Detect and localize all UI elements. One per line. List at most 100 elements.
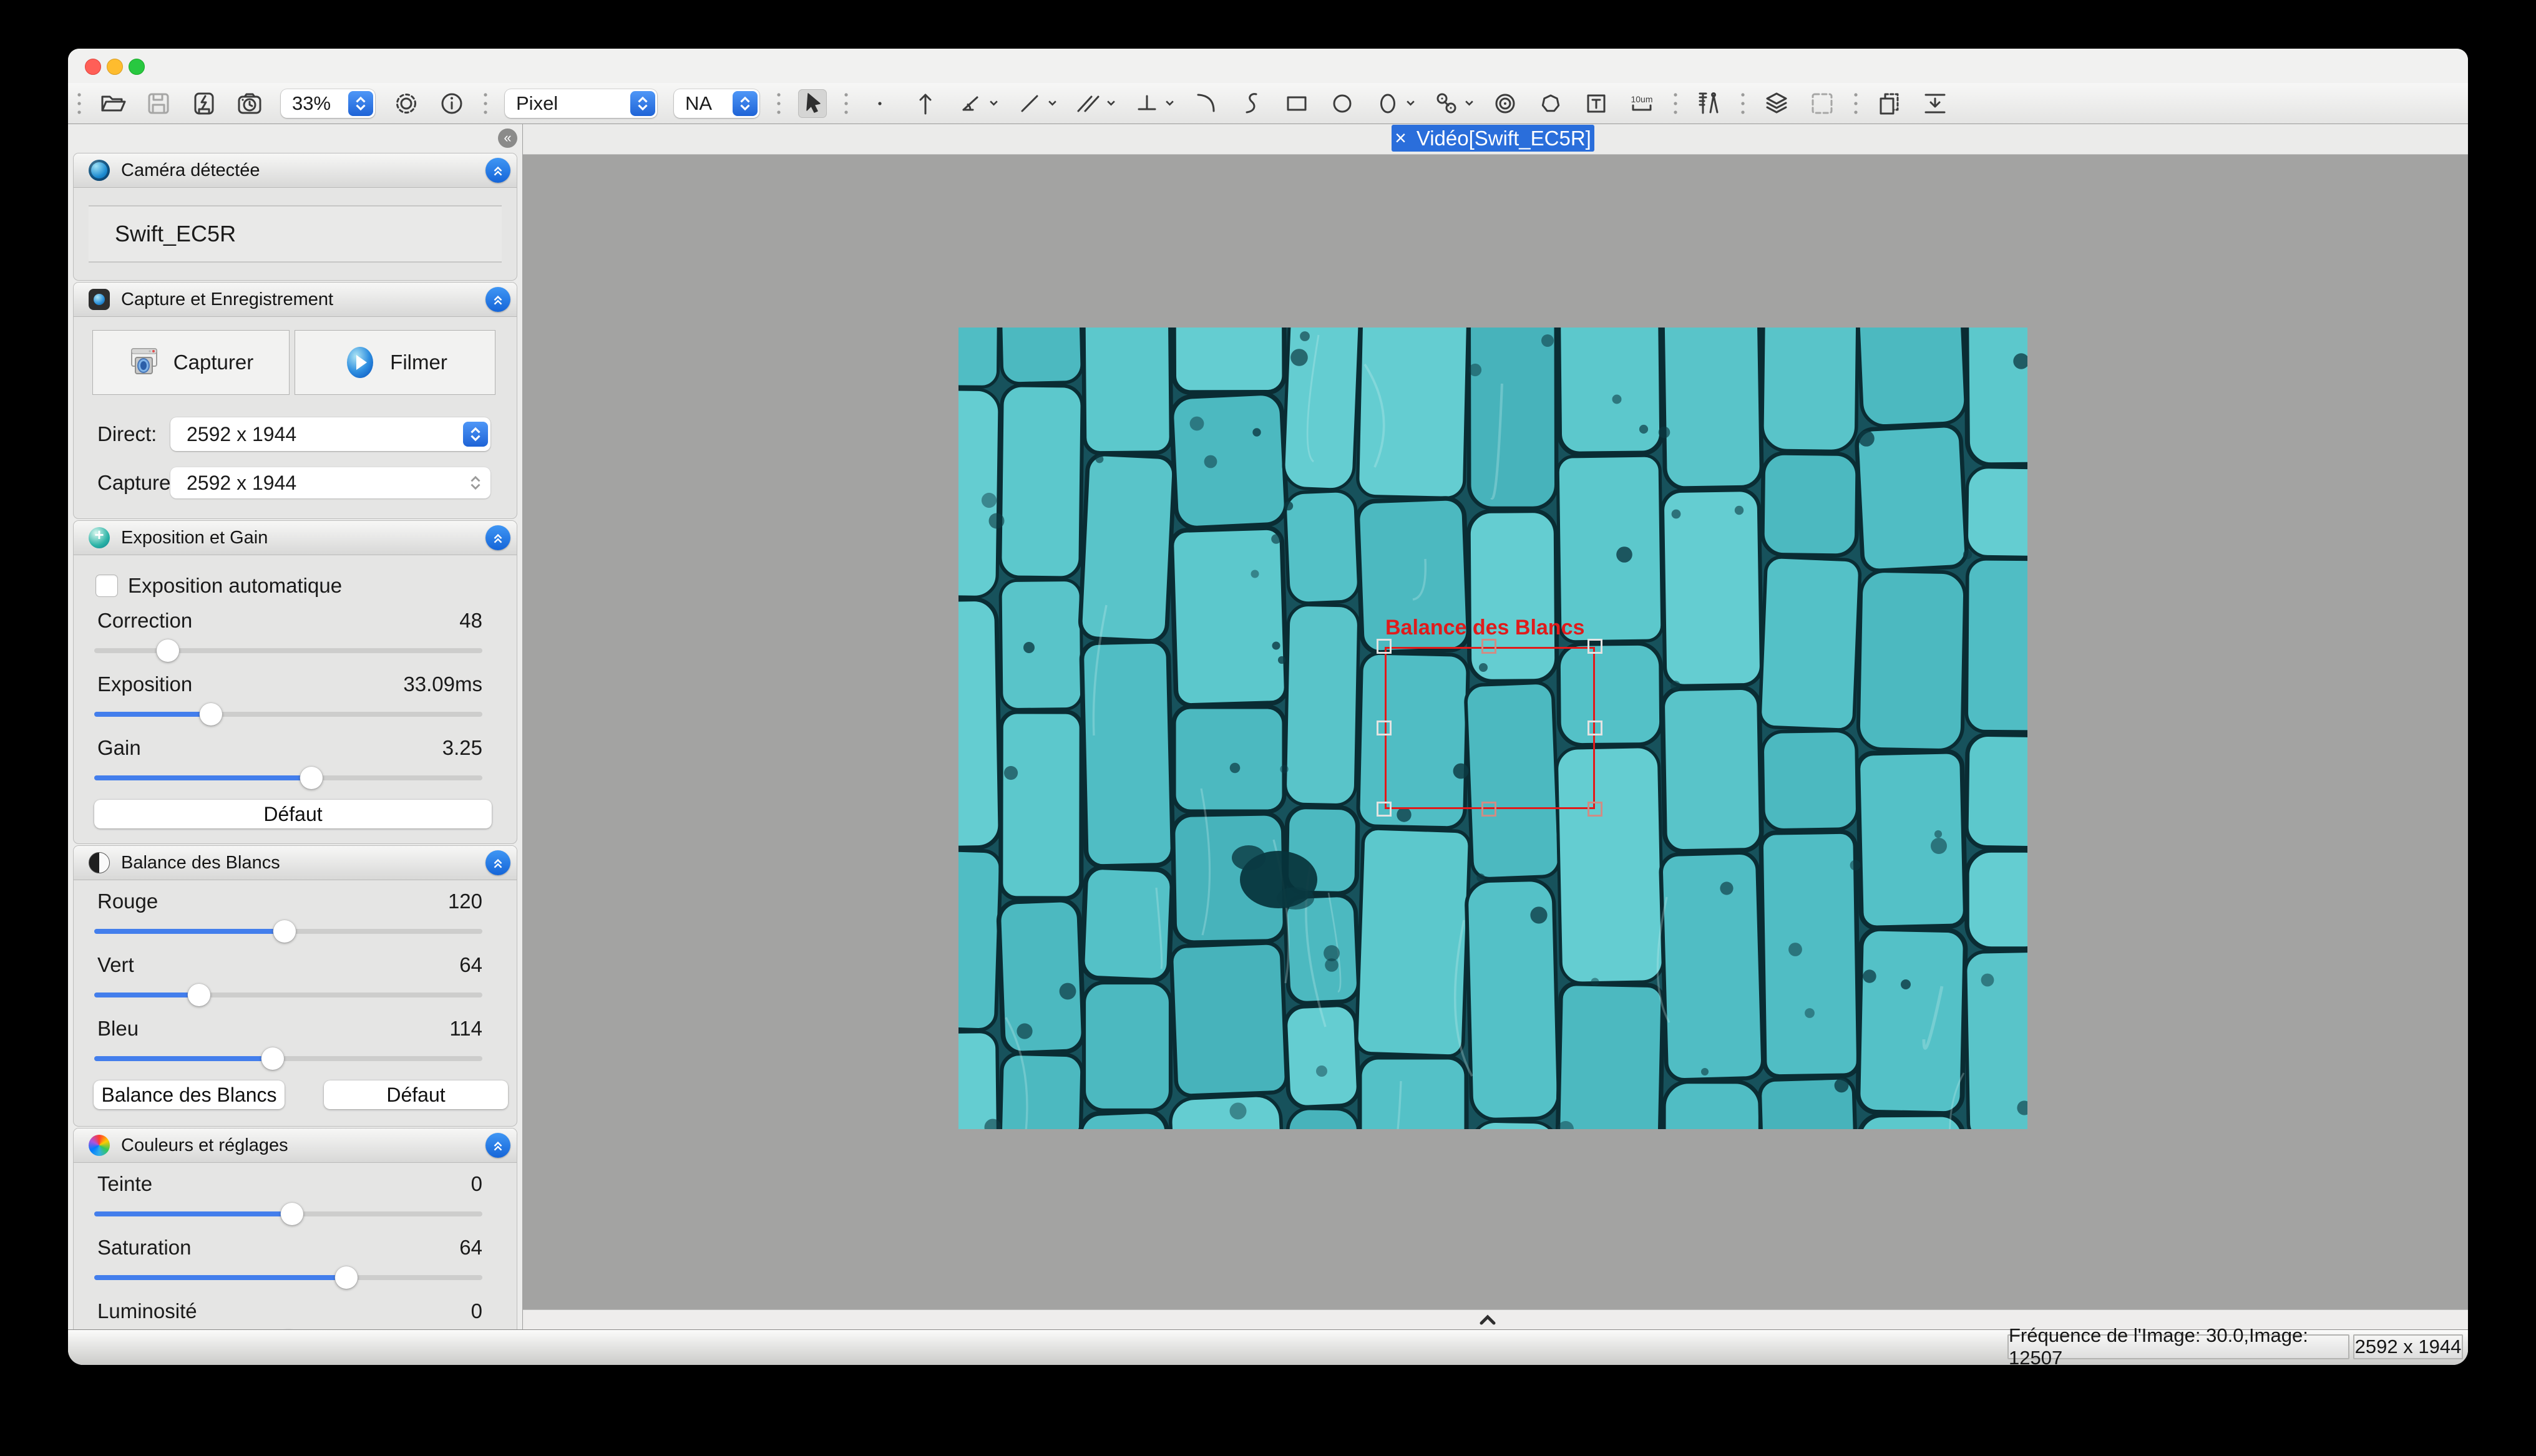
arrow-tool-icon[interactable]: [911, 89, 940, 118]
bleu-slider[interactable]: [94, 1046, 482, 1071]
slider-thumb[interactable]: [273, 920, 296, 943]
circle-tool-icon[interactable]: [1328, 89, 1357, 118]
slider-thumb[interactable]: [157, 639, 179, 662]
panel-colors-header[interactable]: Couleurs et réglages: [74, 1128, 517, 1163]
slider-thumb[interactable]: [200, 703, 222, 726]
chevron-down-icon[interactable]: [989, 100, 998, 107]
chevron-down-icon[interactable]: [1048, 100, 1057, 107]
slider-thumb[interactable]: [261, 1047, 284, 1070]
export-icon[interactable]: [1921, 89, 1949, 118]
camera-timer-icon[interactable]: [235, 89, 264, 118]
sidebar-collapse-icon[interactable]: «: [498, 129, 517, 148]
exposition-slider[interactable]: [94, 702, 482, 727]
resize-handle-bottom-center[interactable]: [1481, 802, 1496, 817]
video-tab[interactable]: × Vidéo[Swift_EC5R]: [1392, 125, 1594, 152]
chevron-down-icon[interactable]: [1465, 100, 1474, 107]
white-balance-button[interactable]: Balance des Blancs: [94, 1080, 285, 1109]
slider-thumb[interactable]: [300, 767, 323, 789]
slider-label: Rouge: [97, 890, 158, 913]
calipers-icon[interactable]: [1695, 89, 1724, 118]
ellipse-tool-icon[interactable]: [1373, 89, 1402, 118]
perpendicular-tool-icon[interactable]: [1133, 89, 1161, 118]
vert-slider[interactable]: [94, 983, 482, 1007]
rouge-slider[interactable]: [94, 919, 482, 944]
csv-export-icon[interactable]: CSV: [1808, 89, 1836, 118]
chevron-down-icon[interactable]: [1406, 100, 1415, 107]
panel-capture-header[interactable]: Capture et Enregistrement: [74, 283, 517, 317]
capture-resolution-label: Capturer:: [97, 471, 170, 495]
parallel-tool-icon[interactable]: [1074, 89, 1103, 118]
save-icon[interactable]: [144, 89, 173, 118]
open-folder-icon[interactable]: [99, 89, 127, 118]
na-select[interactable]: NA: [674, 89, 759, 118]
capture-button[interactable]: Capturer: [92, 330, 290, 395]
settings-gear-icon[interactable]: [392, 89, 421, 118]
gain-slider[interactable]: [94, 765, 482, 790]
white-balance-region-rect[interactable]: [1385, 647, 1595, 809]
line-tool-icon[interactable]: [1015, 89, 1044, 118]
resize-handle-top-center[interactable]: [1481, 639, 1496, 654]
slider-label-row: Gain3.25: [74, 735, 517, 760]
stepper-icon: [348, 91, 373, 116]
main-area: × Vidéo[Swift_EC5R] Balance des Blancs: [523, 124, 2468, 1329]
angle-tool-icon[interactable]: [957, 89, 985, 118]
copy-icon[interactable]: [1875, 89, 1904, 118]
slider-label-row: Teinte0: [74, 1172, 517, 1196]
zoom-window-button[interactable]: [129, 59, 145, 75]
resize-handle-top-left[interactable]: [1377, 639, 1392, 654]
white-balance-default-button[interactable]: Défaut: [324, 1080, 508, 1109]
slider-thumb[interactable]: [335, 1266, 358, 1289]
camera-device-row[interactable]: Swift_EC5R: [89, 205, 502, 263]
collapse-panel-icon[interactable]: [485, 158, 510, 183]
chevron-down-icon[interactable]: [1106, 100, 1116, 107]
slider-label: Teinte: [97, 1172, 152, 1196]
panel-white-balance-header[interactable]: Balance des Blancs: [74, 846, 517, 880]
slider-thumb[interactable]: [188, 984, 210, 1006]
unit-select[interactable]: Pixel: [505, 89, 657, 118]
scalebar-tool-icon[interactable]: 10um: [1627, 89, 1656, 118]
collapse-panel-icon[interactable]: [485, 1133, 510, 1158]
layers-icon[interactable]: [1762, 89, 1791, 118]
info-icon[interactable]: [437, 89, 466, 118]
resize-handle-top-right[interactable]: [1587, 639, 1602, 654]
cursor-tool-icon[interactable]: [798, 89, 827, 118]
collapse-panel-icon[interactable]: [485, 850, 510, 875]
close-tab-icon[interactable]: ×: [1395, 127, 1407, 150]
close-window-button[interactable]: [85, 59, 101, 75]
microscope-live-image[interactable]: Balance des Blancs: [958, 328, 2027, 1129]
collapse-panel-icon[interactable]: [485, 287, 510, 312]
panel-camera-header[interactable]: Caméra détectée: [74, 153, 517, 188]
text-tool-icon[interactable]: [1582, 89, 1611, 118]
sidebar-panels: Caméra détectée Swift_EC5R: [68, 152, 522, 1329]
panel-exposure-header[interactable]: Exposition et Gain: [74, 521, 517, 555]
capture-resolution-select[interactable]: 2592 x 1944: [170, 467, 490, 498]
collapse-panel-icon[interactable]: [485, 525, 510, 550]
correction-slider[interactable]: [94, 638, 482, 663]
linked-circles-tool-icon[interactable]: [1432, 89, 1461, 118]
flash-save-icon[interactable]: [190, 89, 218, 118]
direct-resolution-select[interactable]: 2592 x 1944: [170, 417, 490, 451]
teinte-slider[interactable]: [94, 1201, 482, 1226]
exposure-default-button[interactable]: Défaut: [94, 800, 492, 828]
arc-tool-icon[interactable]: [1191, 89, 1220, 118]
rectangle-tool-icon[interactable]: [1282, 89, 1311, 118]
white-balance-region-label: Balance des Blancs: [1385, 616, 1584, 640]
point-tool-icon[interactable]: [866, 89, 894, 118]
minimize-window-button[interactable]: [107, 59, 123, 75]
panel-camera: Caméra détectée Swift_EC5R: [73, 153, 517, 281]
polygon-tool-icon[interactable]: [1536, 89, 1565, 118]
zoom-select[interactable]: 33%: [281, 89, 375, 118]
resize-handle-bottom-left[interactable]: [1377, 802, 1392, 817]
saturation-slider[interactable]: [94, 1265, 482, 1290]
color-wheel-icon: [89, 1135, 110, 1156]
concentric-circles-tool-icon[interactable]: [1491, 89, 1519, 118]
sidebar-top-strip: «: [68, 124, 522, 152]
curve-tool-icon[interactable]: [1237, 89, 1266, 118]
record-button[interactable]: Filmer: [295, 330, 495, 395]
auto-exposure-checkbox[interactable]: [95, 575, 118, 597]
slider-thumb[interactable]: [281, 1203, 303, 1225]
resize-handle-mid-left[interactable]: [1377, 721, 1392, 735]
resize-handle-bottom-right[interactable]: [1587, 802, 1602, 817]
resize-handle-mid-right[interactable]: [1587, 721, 1602, 735]
chevron-down-icon[interactable]: [1165, 100, 1174, 107]
